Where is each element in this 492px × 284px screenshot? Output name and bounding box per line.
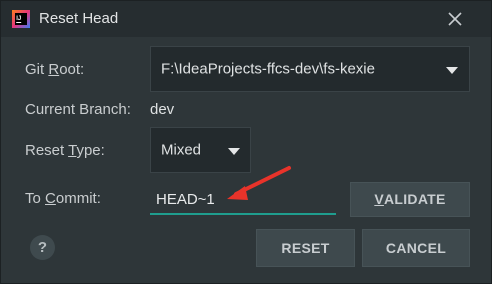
to-commit-value: HEAD~1 xyxy=(156,191,215,208)
to-commit-label: To Commit: xyxy=(25,190,101,207)
intellij-idea-icon: IJ xyxy=(12,10,30,28)
cancel-button[interactable]: CANCEL xyxy=(362,229,470,267)
red-arrow-annotation xyxy=(227,166,291,200)
validate-button[interactable]: VALIDATE xyxy=(350,182,470,217)
chevron-down-icon xyxy=(446,67,458,74)
reset-head-dialog: IJ Reset Head Git Root: F:\IdeaProjects-… xyxy=(0,0,492,284)
current-branch-value: dev xyxy=(150,101,175,118)
title-bar: IJ Reset Head xyxy=(1,1,491,37)
git-root-label: Git Root: xyxy=(25,61,85,78)
dialog-title: Reset Head xyxy=(39,10,119,27)
reset-type-label: Reset Type: xyxy=(25,142,105,159)
reset-button[interactable]: RESET xyxy=(256,229,355,267)
current-branch-label: Current Branch: xyxy=(25,101,131,118)
help-icon[interactable]: ? xyxy=(30,235,55,260)
close-icon[interactable] xyxy=(445,9,465,29)
git-root-value: F:\IdeaProjects-ffcs-dev\fs-kexie xyxy=(161,60,375,78)
git-root-dropdown[interactable]: F:\IdeaProjects-ffcs-dev\fs-kexie xyxy=(150,46,470,92)
chevron-down-icon xyxy=(228,148,240,155)
reset-type-value: Mixed xyxy=(161,141,202,159)
svg-text:IJ: IJ xyxy=(16,16,21,22)
